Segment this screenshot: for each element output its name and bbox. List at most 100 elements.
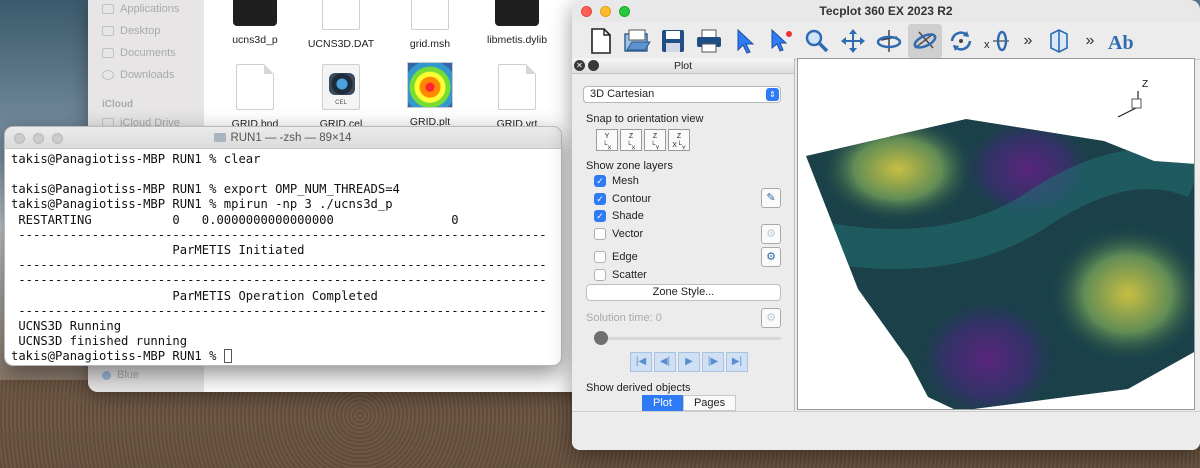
solution-time-slider-knob[interactable]	[594, 331, 608, 345]
vector-layer-checkbox[interactable]: Vector	[594, 228, 643, 240]
close-button[interactable]	[581, 6, 592, 17]
play-button[interactable]: ▶	[678, 352, 700, 372]
checkbox-empty	[594, 251, 606, 263]
mesh-layer-checkbox[interactable]: ✓ Mesh	[594, 175, 639, 187]
shade-layer-checkbox[interactable]: ✓ Shade	[594, 210, 644, 222]
checkbox-empty	[594, 269, 606, 281]
file-item[interactable]: grid.msh	[389, 0, 471, 50]
downloads-icon	[102, 70, 114, 80]
desktop-icon	[102, 26, 114, 36]
svg-text:x: x	[984, 39, 990, 51]
tab-plot[interactable]: Plot	[642, 395, 683, 411]
rotate-free-icon	[913, 31, 937, 49]
text-icon: Ab	[1108, 32, 1134, 54]
print-button[interactable]	[692, 24, 726, 58]
chevron-updown-icon: ⇕	[766, 88, 779, 101]
zoom-button[interactable]	[619, 6, 630, 17]
snap-xyz-button[interactable]: Z X└Y	[668, 129, 690, 151]
sidebar-tag-blue[interactable]: Blue	[102, 369, 139, 381]
minimize-button[interactable]	[600, 6, 611, 17]
gear-icon: ⚙	[766, 228, 776, 240]
tecplot-window[interactable]: Tecplot 360 EX 2023 R2 x » » Ab ✕ Plot 3…	[572, 0, 1200, 450]
vector-details-button[interactable]: ⚙	[761, 224, 781, 244]
terminal-line: UCNS3D Running	[11, 319, 122, 334]
minimize-button[interactable]	[33, 133, 44, 144]
contour-details-button[interactable]: ✎	[761, 188, 781, 208]
sidebar-item-applications[interactable]: Applications	[102, 3, 179, 15]
file-name: libmetis.dylib	[486, 34, 548, 46]
plot-sidebar-panel: ✕ Plot 3D Cartesian ⇕ Snap to orientation…	[572, 58, 795, 411]
axis-triad: Z	[1117, 79, 1148, 118]
save-icon	[662, 29, 684, 52]
terminal-line: RESTARTING 0 0.0000000000000000 0	[11, 212, 459, 227]
terminal-window[interactable]: RUN1 — -zsh — 89×14 takis@Panagiotiss-MB…	[4, 126, 562, 366]
file-item[interactable]: GRID.plt	[389, 62, 471, 128]
edge-details-button[interactable]: ⚙	[761, 247, 781, 267]
rotate-x-button[interactable]: x	[980, 24, 1014, 58]
scatter-layer-checkbox[interactable]: Scatter	[594, 269, 647, 281]
save-button[interactable]	[656, 24, 690, 58]
snap-orientation-label: Snap to orientation view	[586, 113, 704, 125]
zone-layers-label: Show zone layers	[586, 160, 673, 172]
sidebar-item-downloads[interactable]: Downloads	[102, 69, 174, 81]
select-tool-button[interactable]	[728, 24, 762, 58]
checkbox-label: Vector	[612, 228, 644, 240]
check-icon: ✓	[594, 175, 606, 187]
solution-time-settings-button[interactable]: ⚙	[761, 308, 781, 328]
next-step-button[interactable]: |▶	[702, 352, 724, 372]
file-item[interactable]: UCNS3D.DAT	[300, 0, 382, 50]
more-icon: »	[1085, 31, 1095, 49]
file-item[interactable]: CEL GRID.cel	[300, 64, 382, 130]
file-item[interactable]: ucns3d_p	[214, 0, 296, 46]
probe-tool-button[interactable]	[764, 24, 798, 58]
probe-arrow-icon	[771, 28, 792, 52]
prev-step-button[interactable]: ◀|	[654, 352, 676, 372]
rotate-spherical-button[interactable]	[944, 24, 978, 58]
text-tool-button[interactable]: Ab	[1104, 24, 1138, 58]
snap-xz-button[interactable]: Z └X	[620, 129, 642, 151]
open-file-button[interactable]	[620, 24, 654, 58]
translate-tool-button[interactable]	[836, 24, 870, 58]
terminal-title: RUN1 — -zsh — 89×14	[230, 132, 352, 144]
contour-layer-checkbox[interactable]: ✓ Contour	[594, 193, 651, 205]
window-controls	[14, 133, 63, 144]
panel-detach-button[interactable]	[588, 60, 599, 71]
terminal-output[interactable]: takis@Panagiotiss-MBP RUN1 % clear takis@…	[5, 149, 561, 365]
more-icon: »	[1023, 31, 1033, 49]
derived-objects-label: Show derived objects	[586, 382, 691, 394]
new-file-button[interactable]	[584, 24, 618, 58]
tab-pages[interactable]: Pages	[682, 395, 737, 411]
terminal-prompt-line[interactable]: takis@Panagiotiss-MBP RUN1 %	[11, 349, 555, 364]
tecplot-titlebar[interactable]: Tecplot 360 EX 2023 R2	[572, 0, 1200, 22]
terminal-titlebar[interactable]: RUN1 — -zsh — 89×14	[5, 127, 561, 149]
zoom-tool-button[interactable]	[800, 24, 834, 58]
toolbar-overflow-button-2[interactable]: »	[1078, 32, 1102, 50]
solution-time-slider-track[interactable]	[596, 337, 781, 340]
zone-style-button[interactable]: Zone Style...	[586, 284, 781, 301]
document-icon	[411, 0, 449, 30]
last-step-button[interactable]: ▶|	[726, 352, 748, 372]
file-item[interactable]: libmetis.dylib	[476, 0, 558, 46]
panel-close-button[interactable]: ✕	[574, 60, 585, 71]
edge-layer-checkbox[interactable]: Edge	[594, 251, 638, 263]
plot-type-select[interactable]: 3D Cartesian ⇕	[583, 86, 781, 103]
sidebar-item-documents[interactable]: Documents	[102, 47, 176, 59]
select-arrow-icon	[737, 28, 755, 54]
close-button[interactable]	[14, 133, 25, 144]
rotate-free-button[interactable]	[908, 23, 942, 58]
rotate-axis-button[interactable]	[872, 24, 906, 58]
file-item[interactable]: GRID.bnd	[214, 64, 296, 130]
folder-icon	[214, 133, 227, 142]
first-step-button[interactable]: |◀	[630, 352, 652, 372]
toolbar-overflow-button[interactable]: »	[1016, 32, 1040, 50]
checkbox-label: Shade	[612, 210, 644, 222]
wrench-icon: ✎	[766, 192, 776, 204]
snap-yz-button[interactable]: Z └Y	[644, 129, 666, 151]
slice-tool-button[interactable]	[1042, 24, 1076, 58]
plot-canvas[interactable]: Z	[797, 58, 1196, 411]
file-item[interactable]: GRID.vrt	[476, 64, 558, 130]
snap-xy-button[interactable]: Y └X	[596, 129, 618, 151]
zoom-button[interactable]	[52, 133, 63, 144]
sidebar-item-desktop[interactable]: Desktop	[102, 25, 160, 37]
